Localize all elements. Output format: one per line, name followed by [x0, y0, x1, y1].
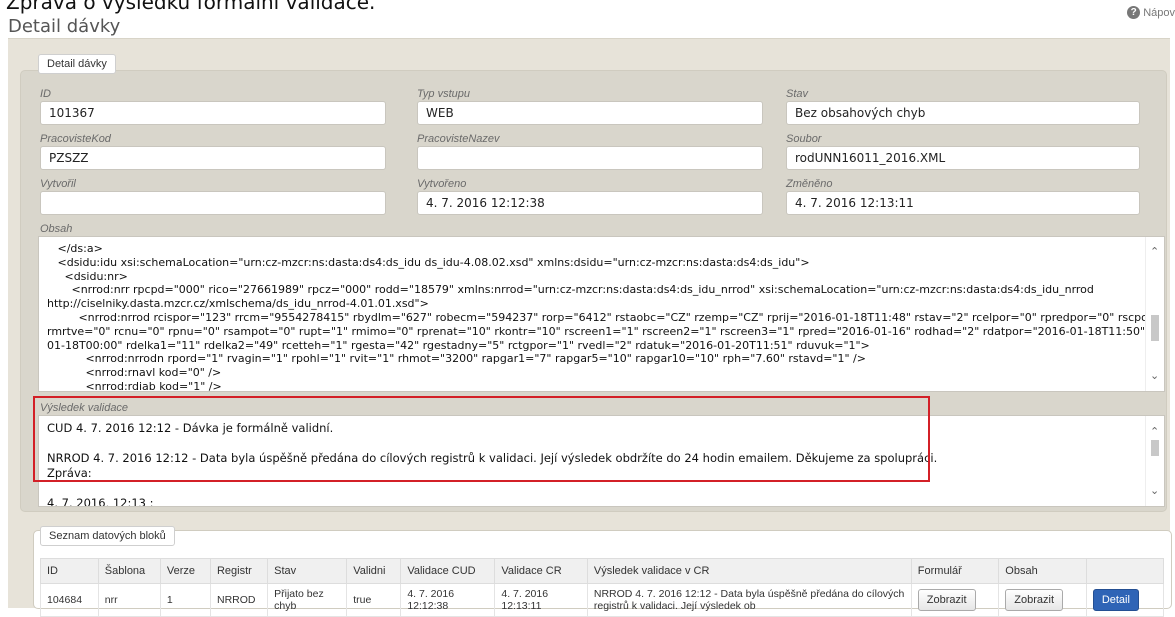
- column-header[interactable]: Verze: [159, 558, 211, 584]
- bloky-table: ID Šablona Verze Registr Stav Validni Validace…: [40, 558, 1165, 617]
- caption-text: Zpráva o výsledku formální validace.: [6, 0, 376, 14]
- field-id: 101367: [40, 101, 386, 125]
- column-header[interactable]: Obsah: [998, 558, 1087, 584]
- column-header[interactable]: Registr: [209, 558, 269, 584]
- cell-id: 104684: [40, 583, 99, 617]
- text-line: </ds:a>: [47, 242, 103, 255]
- column-header[interactable]: Šablona: [97, 558, 161, 584]
- cell-validni: true: [346, 583, 402, 617]
- scroll-up-icon[interactable]: ⌃: [1150, 424, 1159, 439]
- cell-vysledek: NRROD 4. 7. 2016 12:12 - Data byla úspěš…: [586, 583, 912, 617]
- text-line: <nrrod:rnavl kod="0" />: [47, 366, 222, 380]
- column-header[interactable]: Validace CUD: [400, 558, 496, 584]
- highlight-frame: [33, 396, 930, 482]
- cell-verze: 1: [159, 583, 211, 617]
- page-title: Detail dávky: [8, 16, 121, 37]
- detail-legend: Detail dávky: [38, 54, 116, 74]
- field-pracoviste-nazev: [417, 146, 763, 170]
- cell-validace-cr: 4. 7. 2016 12:13:11: [494, 583, 588, 617]
- help-icon: ?: [1127, 6, 1141, 19]
- label-zmeneno: Změněno: [786, 178, 833, 190]
- label-vytvoril: Vytvořil: [40, 178, 76, 190]
- text-line: <nrrod:nrrodn rpord="1" rvagin="1" rpohl…: [47, 352, 866, 366]
- column-header[interactable]: Stav: [267, 558, 348, 584]
- obsah-show-button[interactable]: Zobrazit: [1005, 589, 1064, 611]
- text-line: rmrtve="0" rcnu="0" rpnu="0" rsampot="0"…: [47, 324, 1165, 338]
- detail-button[interactable]: Detail: [1092, 589, 1139, 611]
- text-line: <nrrod:rdiab kod="1" />: [47, 379, 222, 392]
- column-header[interactable]: ID: [40, 558, 99, 584]
- column-header[interactable]: Formulář: [910, 558, 1000, 584]
- scroll-thumb[interactable]: [1151, 315, 1159, 341]
- text-line: <nrrod:nrrod rcispor="123" rrcm="9554278…: [47, 310, 1165, 324]
- label-stav: Stav: [786, 88, 809, 100]
- cell-action: Detail: [1085, 583, 1165, 617]
- label-pracoviste-nazev: PracovisteNazev: [417, 133, 500, 145]
- obsah-textarea[interactable]: </ds:a> <dsidu:idu xsi:schemaLocation="u…: [38, 236, 1165, 392]
- scroll-up-icon[interactable]: ⌃: [1150, 245, 1159, 259]
- help-link[interactable]: ? Nápov: [1127, 6, 1175, 19]
- bloky-legend: Seznam datových bloků: [40, 526, 175, 546]
- text-line: http://ciselniky.dasta.mzcr.cz/xmlschema…: [47, 297, 429, 311]
- obsah-scrollbar[interactable]: ⌃ ⌄: [1145, 237, 1164, 391]
- vysledek-scrollbar[interactable]: ⌃ ⌄: [1145, 416, 1164, 506]
- cell-action: Zobrazit: [998, 583, 1087, 617]
- cell-stav: Přijato bez chyb: [267, 583, 348, 617]
- column-header[interactable]: [1085, 558, 1165, 584]
- text-line: <dsidu:idu xsi:schemaLocation="urn:cz-mz…: [47, 255, 810, 269]
- field-vytvoril: [40, 191, 386, 215]
- cell-registr: NRROD: [209, 583, 269, 617]
- text-line: <dsidu:nr>: [47, 269, 128, 283]
- cell-action: Zobrazit: [910, 583, 1000, 617]
- label-id: ID: [40, 88, 51, 100]
- text-line: <nrrod:nrr rpcpd="000" rico="27661989" r…: [47, 283, 1094, 297]
- cell-sablona: nrr: [97, 583, 161, 617]
- field-soubor: rodUNN16011_2016.XML: [786, 146, 1140, 170]
- field-pracoviste-kod: PZSZZ: [40, 146, 386, 170]
- label-pracoviste-kod: PracovisteKod: [40, 133, 111, 145]
- formular-show-button[interactable]: Zobrazit: [917, 589, 976, 611]
- cell-validace-cud: 4. 7. 2016 12:12:38: [400, 583, 496, 617]
- table-row: 104684 nrr 1 NRROD Přijato bez chyb true 4. 7.…: [40, 583, 1165, 617]
- label-obsah: Obsah: [40, 223, 73, 235]
- text-line: [47, 481, 1142, 496]
- column-header[interactable]: Výsledek validace v CR: [586, 558, 912, 584]
- label-vytvoreno: Vytvořeno: [417, 178, 467, 190]
- scroll-thumb[interactable]: [1151, 440, 1159, 456]
- column-header[interactable]: Validni: [346, 558, 402, 584]
- field-zmeneno: 4. 7. 2016 12:13:11: [786, 191, 1140, 215]
- label-typ-vstupu: Typ vstupu: [417, 88, 470, 100]
- help-label: Nápov: [1143, 6, 1175, 19]
- column-header[interactable]: Validace CR: [494, 558, 588, 584]
- field-vytvoreno: 4. 7. 2016 12:12:38: [417, 191, 763, 215]
- text-line: 01-18T00:00" rdelka1="11" rdelka2="49" r…: [47, 338, 870, 352]
- field-typ-vstupu: WEB: [417, 101, 763, 125]
- text-line: 4. 7. 2016, 12:13 :: [47, 496, 154, 507]
- field-stav: Bez obsahových chyb: [786, 101, 1140, 125]
- scroll-down-icon[interactable]: ⌄: [1150, 369, 1159, 383]
- label-soubor: Soubor: [786, 133, 822, 145]
- scroll-down-icon[interactable]: ⌄: [1150, 483, 1159, 498]
